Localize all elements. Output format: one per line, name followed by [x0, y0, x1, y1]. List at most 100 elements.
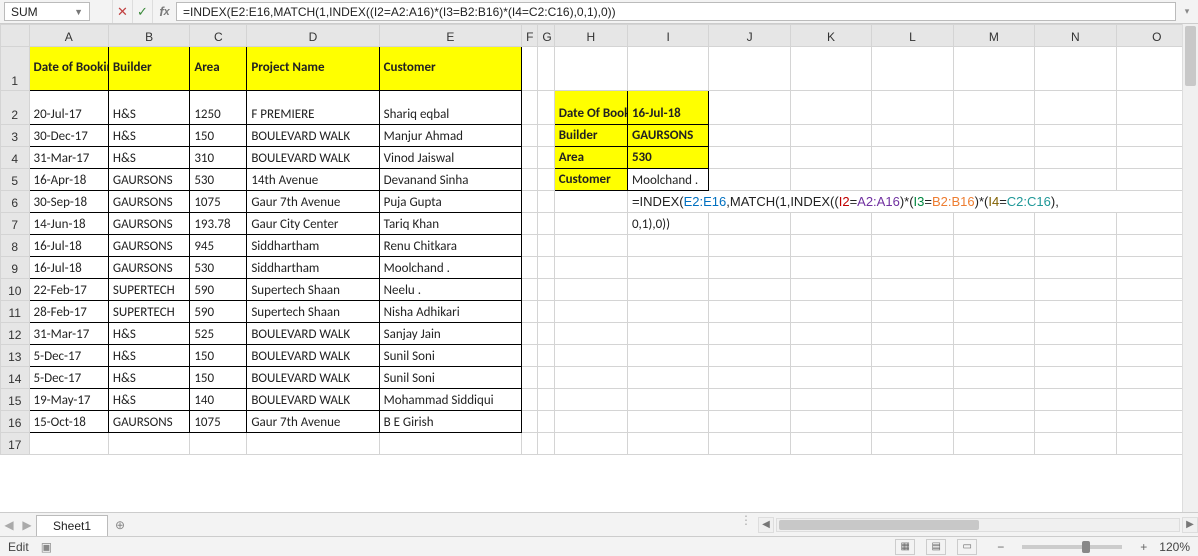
cell[interactable]: 5-Dec-17	[29, 345, 108, 367]
cell[interactable]	[522, 213, 538, 235]
cell[interactable]	[379, 433, 522, 455]
cell[interactable]	[790, 367, 871, 389]
cell[interactable]	[1035, 147, 1116, 169]
cell[interactable]	[790, 301, 871, 323]
cell[interactable]: B E Girish	[379, 411, 522, 433]
horizontal-scrollbar[interactable]: ◀ ▶	[758, 513, 1198, 536]
cell[interactable]	[872, 411, 953, 433]
cell[interactable]: Nisha Adhikari	[379, 301, 522, 323]
cell[interactable]	[554, 367, 627, 389]
cell[interactable]: 20-Jul-17	[29, 91, 108, 125]
cell[interactable]	[538, 411, 554, 433]
cell[interactable]: H&S	[108, 367, 189, 389]
cell[interactable]	[953, 147, 1034, 169]
cell[interactable]: Vinod Jaiswal	[379, 147, 522, 169]
cell[interactable]	[627, 367, 708, 389]
cell[interactable]	[790, 125, 871, 147]
cell[interactable]	[709, 345, 790, 367]
cell[interactable]: Date Of Booking	[554, 91, 627, 125]
cell[interactable]	[522, 323, 538, 345]
col-header[interactable]: K	[790, 25, 871, 47]
cell[interactable]	[538, 125, 554, 147]
cell[interactable]: BOULEVARD WALK	[247, 323, 379, 345]
formula-input[interactable]: =INDEX(E2:E16,MATCH(1,INDEX((I2=A2:A16)*…	[176, 2, 1176, 21]
cell[interactable]: 15-Oct-18	[29, 411, 108, 433]
cell[interactable]	[953, 411, 1034, 433]
cell[interactable]: GAURSONS	[108, 235, 189, 257]
cell[interactable]: GAURSONS	[108, 191, 189, 213]
cell[interactable]	[627, 411, 708, 433]
cell[interactable]: Neelu .	[379, 279, 522, 301]
cell[interactable]	[627, 301, 708, 323]
col-header[interactable]: F	[522, 25, 538, 47]
cell[interactable]	[790, 91, 871, 125]
cell[interactable]: 1250	[190, 91, 247, 125]
cell[interactable]	[554, 279, 627, 301]
cell[interactable]: GAURSONS	[627, 125, 708, 147]
cell[interactable]	[953, 169, 1034, 191]
cell[interactable]	[953, 301, 1034, 323]
cell[interactable]	[872, 47, 953, 91]
cell[interactable]: 5-Dec-17	[29, 367, 108, 389]
cell[interactable]	[709, 411, 790, 433]
cell[interactable]: BOULEVARD WALK	[247, 147, 379, 169]
cell[interactable]	[953, 345, 1034, 367]
cell[interactable]	[872, 125, 953, 147]
zoom-out-icon[interactable]: −	[997, 540, 1004, 554]
cell[interactable]: 530	[190, 257, 247, 279]
cell[interactable]: =INDEX(E2:E16,MATCH(1,INDEX((I2=A2:A16)*…	[627, 191, 708, 213]
col-header[interactable]: H	[554, 25, 627, 47]
cell[interactable]	[872, 301, 953, 323]
cell[interactable]	[522, 279, 538, 301]
cell[interactable]	[538, 301, 554, 323]
cell[interactable]	[554, 235, 627, 257]
select-all-corner[interactable]	[1, 25, 30, 47]
cell[interactable]	[709, 323, 790, 345]
cell[interactable]: 525	[190, 323, 247, 345]
cell[interactable]	[522, 125, 538, 147]
cell[interactable]: 14-Jun-18	[29, 213, 108, 235]
cell[interactable]: H&S	[108, 345, 189, 367]
cell[interactable]	[1035, 433, 1116, 455]
cell[interactable]: H&S	[108, 389, 189, 411]
cell[interactable]	[953, 235, 1034, 257]
cell[interactable]: 193.78	[190, 213, 247, 235]
cell[interactable]	[953, 213, 1034, 235]
fx-icon[interactable]: fx	[152, 0, 176, 23]
cell[interactable]: 16-Jul-18	[29, 257, 108, 279]
cell[interactable]	[872, 213, 953, 235]
cell[interactable]	[953, 257, 1034, 279]
cell[interactable]	[538, 323, 554, 345]
column-header-row[interactable]: A B C D E F G H I J K L M N O	[1, 25, 1198, 47]
add-sheet-icon[interactable]: ⊕	[108, 513, 132, 536]
cell[interactable]	[538, 279, 554, 301]
col-header[interactable]: G	[538, 25, 554, 47]
cell[interactable]: Siddhartham	[247, 257, 379, 279]
cell[interactable]	[790, 389, 871, 411]
col-header[interactable]: A	[29, 25, 108, 47]
cell[interactable]	[872, 235, 953, 257]
row-header[interactable]: 7	[1, 213, 30, 235]
cell[interactable]	[627, 323, 708, 345]
cell[interactable]	[790, 433, 871, 455]
cell[interactable]	[1035, 367, 1116, 389]
cell[interactable]: 140	[190, 389, 247, 411]
cell[interactable]: BOULEVARD WALK	[247, 345, 379, 367]
cell[interactable]: 590	[190, 301, 247, 323]
name-box[interactable]: SUM ▼	[4, 2, 90, 21]
cell[interactable]	[790, 279, 871, 301]
cell[interactable]: Devanand Sinha	[379, 169, 522, 191]
cell[interactable]	[554, 411, 627, 433]
cell[interactable]: 16-Jul-18	[29, 235, 108, 257]
cell[interactable]: GAURSONS	[108, 257, 189, 279]
col-header[interactable]: E	[379, 25, 522, 47]
cell[interactable]	[709, 235, 790, 257]
row-header[interactable]: 8	[1, 235, 30, 257]
cell[interactable]	[953, 389, 1034, 411]
cell[interactable]	[872, 147, 953, 169]
cell[interactable]: Area	[554, 147, 627, 169]
cell[interactable]	[538, 147, 554, 169]
view-pagebreak-icon[interactable]: ▭	[957, 539, 977, 555]
cell[interactable]	[522, 47, 538, 91]
cell[interactable]	[522, 345, 538, 367]
